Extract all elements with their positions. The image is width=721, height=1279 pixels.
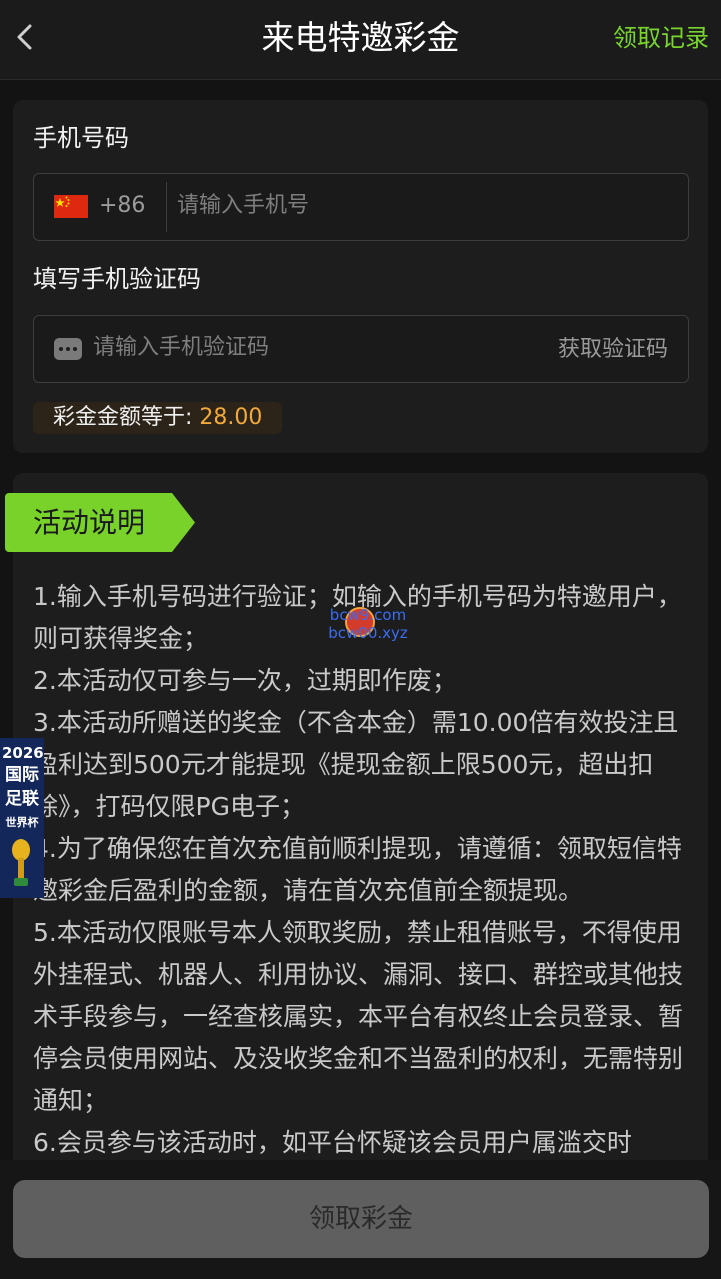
claim-bonus-button[interactable]: 领取彩金 [13, 1180, 709, 1258]
phone-input[interactable]: 请输入手机号 [177, 191, 309, 221]
app-header: 来电特邀彩金 领取记录 [0, 0, 721, 80]
promo-line: 国际 [5, 765, 39, 785]
watermark-line: bcw9.com [329, 606, 407, 624]
activity-description-ribbon: 活动说明 [5, 493, 195, 552]
rule-item: 5.本活动仅限账号本人领取奖励，禁止租借账号，不得使用外挂程式、机器人、利用协议… [33, 918, 684, 1115]
promo-line: 足联 [5, 789, 39, 809]
phone-field[interactable]: +86 请输入手机号 [33, 173, 689, 241]
amount-label: 彩金金额等于: [53, 405, 193, 430]
trophy-icon [12, 839, 30, 886]
message-icon [54, 338, 82, 360]
verify-code-field[interactable]: 请输入手机验证码 获取验证码 [33, 315, 689, 383]
verify-code-input[interactable]: 请输入手机验证码 [93, 333, 269, 363]
verification-form-card: 手机号码 +86 请输入手机号 填写手机验证码 请输入手机验证码 获取验证码 彩… [13, 100, 708, 453]
promo-line: 世界杯 [5, 816, 39, 829]
get-code-button[interactable]: 获取验证码 [558, 335, 668, 365]
promo-year: 2026 [2, 744, 44, 762]
claim-records-link[interactable]: 领取记录 [613, 20, 709, 56]
field-divider [166, 182, 167, 232]
activity-description-card: 1.输入手机号码进行验证；如输入的手机号码为特邀用户，则可获得奖金； 2.本活动… [13, 473, 708, 1233]
world-cup-promo-badge[interactable]: 2026 国际 足联 世界杯 [0, 738, 44, 898]
china-flag-icon[interactable] [54, 195, 88, 218]
rule-item: 4.为了确保您在首次充值前顺利提现，请遵循：领取短信特邀彩金后盈利的金额，请在首… [33, 834, 682, 905]
amount-value: 28.00 [199, 405, 263, 430]
phone-label: 手机号码 [33, 124, 129, 152]
rule-item: 3.本活动所赠送的奖金（不含本金）需10.00倍有效投注且盈利达到500元才能提… [33, 708, 679, 821]
verify-code-label: 填写手机验证码 [33, 265, 201, 293]
watermark-line: bcw00.xyz [328, 624, 408, 642]
bonus-amount-badge: 彩金金额等于: 28.00 [33, 402, 283, 434]
watermark: bcw9.com bcw00.xyz [318, 606, 418, 646]
rule-item: 6.会员参与该活动时，如平台怀疑该会员用户属滥交时 [33, 1128, 632, 1157]
country-code[interactable]: +86 [99, 191, 145, 221]
rule-item: 2.本活动仅可参与一次，过期即作废； [33, 666, 457, 695]
rules-list: 1.输入手机号码进行验证；如输入的手机号码为特邀用户，则可获得奖金； 2.本活动… [33, 576, 693, 1164]
